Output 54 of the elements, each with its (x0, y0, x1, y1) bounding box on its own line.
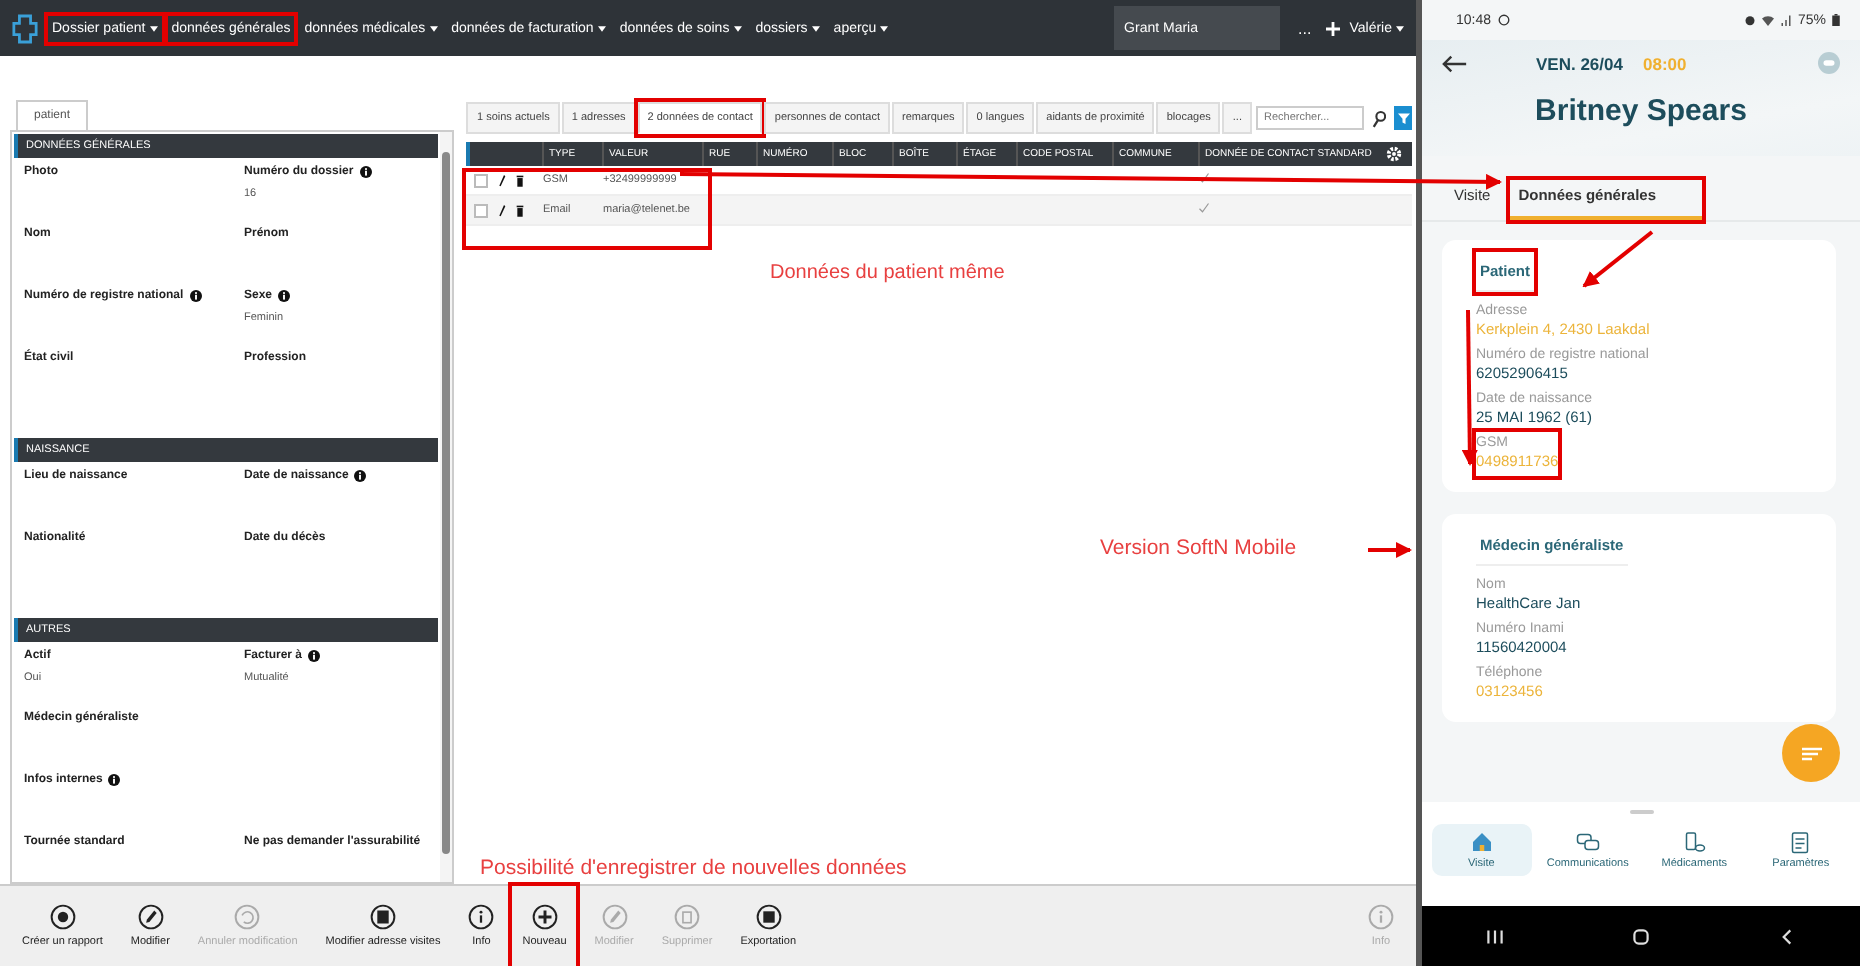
visit-time: 08:00 (1642, 53, 1689, 73)
house-icon (1469, 830, 1494, 854)
more-menu[interactable]: ... (1298, 19, 1312, 37)
info-icon (468, 904, 495, 930)
pencil-icon[interactable] (498, 203, 507, 217)
signal-icon (1779, 14, 1792, 26)
drag-handle[interactable] (1629, 810, 1653, 814)
home-button-icon[interactable] (1630, 925, 1652, 947)
annotation-text: Données du patient même (770, 262, 1005, 284)
search-icon[interactable] (1372, 109, 1386, 127)
annotation-text: Possibilité d'enregistrer de nouvelles données (480, 856, 907, 880)
pencil-icon (601, 904, 628, 930)
filter-icon (1397, 112, 1409, 124)
row-checkbox[interactable] (474, 173, 489, 187)
medicine-icon (1682, 830, 1707, 854)
info-icon (308, 650, 321, 662)
trash-icon[interactable] (516, 173, 525, 187)
clipboard-icon (1788, 830, 1813, 854)
lines-icon (1799, 745, 1823, 761)
info-icon (1368, 904, 1394, 930)
chat-bubbles-icon (1575, 830, 1600, 854)
caret-icon (811, 25, 820, 31)
back-arrow-icon[interactable] (1442, 53, 1468, 73)
settings-icon[interactable] (1386, 146, 1403, 162)
plus-icon (531, 904, 558, 930)
annotation-text: Version SoftN Mobile (1100, 536, 1297, 560)
battery-icon (1832, 14, 1840, 26)
caret-icon (429, 25, 438, 31)
logo-icon (12, 13, 38, 43)
info-icon (278, 290, 291, 302)
info-icon (354, 470, 367, 482)
info-icon (108, 774, 121, 786)
trash-icon (674, 904, 701, 930)
caret-icon (733, 25, 742, 31)
visit-date: VEN. 26/04 (1536, 53, 1623, 73)
undo-icon (234, 904, 261, 930)
caret-icon (149, 25, 158, 31)
caret-icon (880, 25, 889, 31)
trash-icon[interactable] (516, 203, 525, 217)
arrow (1582, 230, 1654, 288)
pencil-icon[interactable] (498, 173, 507, 187)
info-icon (359, 166, 372, 178)
pencil-icon (137, 904, 164, 930)
caret-icon (597, 25, 606, 31)
recent-apps-icon[interactable] (1484, 925, 1506, 947)
info-icon (189, 290, 202, 302)
patient-name: Britney Spears (1533, 94, 1749, 128)
caret-icon (1396, 25, 1404, 31)
wifi-icon (1761, 14, 1774, 26)
add-icon[interactable] (1325, 21, 1340, 35)
row-checkbox[interactable] (474, 203, 489, 217)
scrollbar[interactable] (440, 132, 453, 882)
arrow (1368, 542, 1412, 558)
filter-button[interactable] (1394, 106, 1412, 130)
